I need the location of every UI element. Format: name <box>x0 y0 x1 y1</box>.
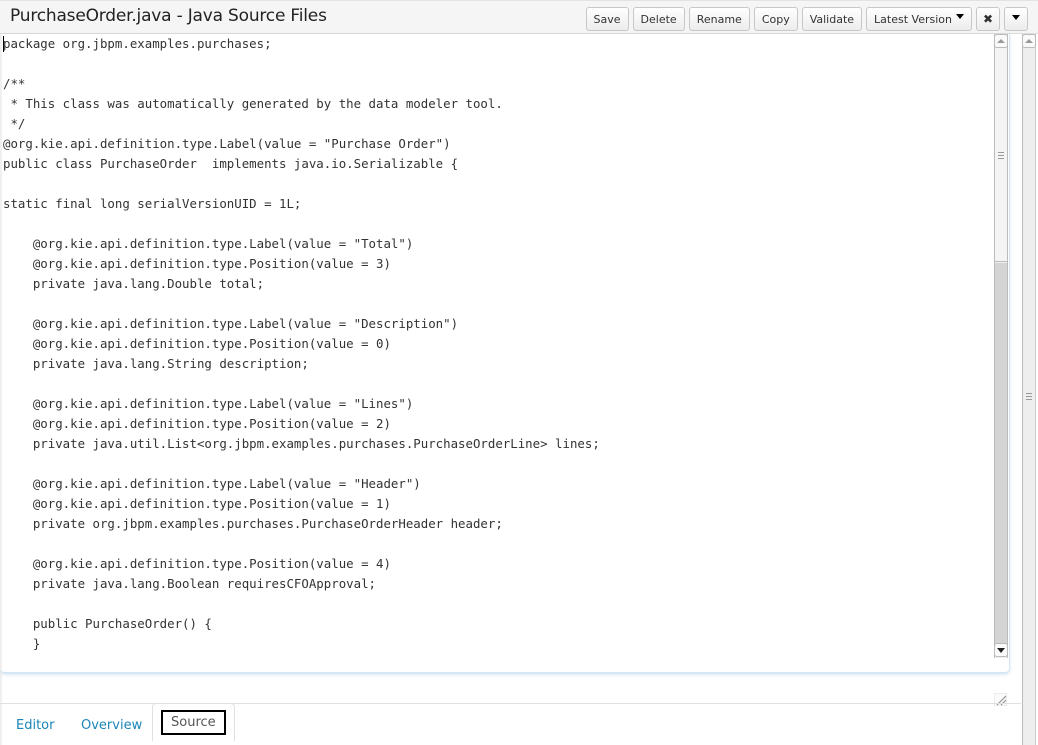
tab-overview[interactable]: Overview <box>73 709 150 741</box>
tab-overview-label: Overview <box>81 717 143 733</box>
arrow-up-icon <box>997 39 1005 43</box>
tab-source-label: Source <box>161 710 226 735</box>
validate-button[interactable]: Validate <box>801 7 863 31</box>
scroll-thumb[interactable] <box>995 48 1007 262</box>
arrow-down-icon <box>997 647 1005 653</box>
code-line: @org.kie.api.definition.type.Position(va… <box>3 496 391 511</box>
scroll-up-button[interactable] <box>994 34 1008 48</box>
close-button[interactable]: ✖ <box>976 7 1000 31</box>
more-options-button[interactable] <box>1004 7 1028 31</box>
editor-tabs: Editor Overview Source <box>0 703 1021 745</box>
code-line: private org.jbpm.examples.purchases.Purc… <box>3 516 503 531</box>
tab-editor-label: Editor <box>16 717 55 733</box>
grip-icon <box>998 152 1004 159</box>
caret-down-icon <box>956 13 964 19</box>
code-line: @org.kie.api.definition.type.Position(va… <box>3 416 391 431</box>
toolbar: Save Delete Rename Copy Validate Latest … <box>585 7 1028 31</box>
code-line: @org.kie.api.definition.type.Label(value… <box>3 476 421 491</box>
latest-version-dropdown[interactable]: Latest Version <box>866 7 972 31</box>
code-line: */ <box>3 116 26 131</box>
editor-scrollbar[interactable] <box>994 34 1008 658</box>
close-icon: ✖ <box>982 12 994 26</box>
text-cursor <box>3 36 4 52</box>
code-line: @org.kie.api.definition.type.Label(value… <box>3 236 414 251</box>
page-title: PurchaseOrder.java - Java Source Files <box>10 6 327 26</box>
save-button[interactable]: Save <box>585 7 629 31</box>
tab-editor[interactable]: Editor <box>8 709 62 741</box>
grip-icon <box>1026 393 1032 400</box>
code-line: @org.kie.api.definition.type.Label(value… <box>3 316 459 331</box>
code-text-area[interactable]: package org.jbpm.examples.purchases; /**… <box>3 34 991 670</box>
code-line: private java.lang.String description; <box>3 356 309 371</box>
code-line: /** <box>3 76 26 91</box>
code-line: @org.kie.api.definition.type.Position(va… <box>3 336 391 351</box>
latest-version-label: Latest Version <box>874 12 952 26</box>
caret-down-icon <box>1012 14 1020 20</box>
scroll-down-button[interactable] <box>994 643 1008 657</box>
code-line: @org.kie.api.definition.type.Position(va… <box>3 256 391 271</box>
code-line: package org.jbpm.examples.purchases; <box>3 36 272 51</box>
code-editor: package org.jbpm.examples.purchases; /**… <box>0 34 1010 706</box>
code-line: private java.util.List<org.jbpm.examples… <box>3 436 600 451</box>
code-line: public class PurchaseOrder implements ja… <box>3 156 459 171</box>
page-scroll-up-button[interactable] <box>1022 34 1036 48</box>
code-line: private java.lang.Boolean requiresCFOApp… <box>3 576 376 591</box>
delete-button[interactable]: Delete <box>632 7 685 31</box>
arrow-up-icon <box>1025 39 1033 43</box>
code-line: public PurchaseOrder() { <box>3 616 212 631</box>
scroll-track[interactable] <box>995 263 1007 644</box>
page-scrollbar[interactable] <box>1022 34 1036 745</box>
code-line: * This class was automatically generated… <box>3 96 503 111</box>
code-line: @org.kie.api.definition.type.Position(va… <box>3 556 391 571</box>
rename-button[interactable]: Rename <box>688 7 750 31</box>
code-line: } <box>3 636 41 651</box>
editor-header: PurchaseOrder.java - Java Source Files S… <box>0 0 1038 34</box>
code-line: private java.lang.Double total; <box>3 276 265 291</box>
code-line: static final long serialVersionUID = 1L; <box>3 196 302 211</box>
code-line: @org.kie.api.definition.type.Label(value… <box>3 136 451 151</box>
code-line: @org.kie.api.definition.type.Label(value… <box>3 396 414 411</box>
copy-button[interactable]: Copy <box>753 7 798 31</box>
tab-source[interactable]: Source <box>152 703 235 741</box>
